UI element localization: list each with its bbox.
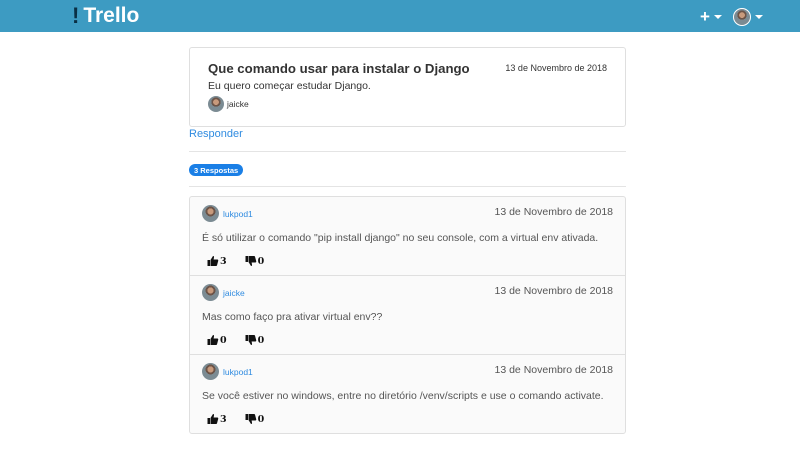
add-menu-button[interactable]: + [700,8,722,25]
brand-mark: ! [72,3,80,28]
top-navbar: ! Trello + [0,0,800,32]
reply-link[interactable]: Responder [189,128,243,140]
downvote-count: 0 [257,255,265,267]
answer-date: 13 de Novembro de 2018 [494,206,614,218]
brand-logo[interactable]: ! Trello [72,2,139,30]
downvote-button[interactable]: 0 [245,334,265,346]
vote-bar: 3 0 [207,255,282,267]
avatar [202,284,219,301]
upvote-button[interactable]: 3 [207,255,227,267]
answers-list: lukpod1 13 de Novembro de 2018 É só util… [189,196,626,434]
upvote-button[interactable]: 0 [207,334,227,346]
answer-text: Mas como faço pra ativar virtual env?? [202,311,383,323]
question-author-name: jaicke [227,99,249,109]
thumbs-up-icon [207,334,219,345]
answer-date: 13 de Novembro de 2018 [494,364,614,376]
brand-name: Trello [83,4,140,27]
upvote-button[interactable]: 3 [207,413,227,425]
chevron-down-icon [755,15,763,19]
answer-item: jaicke 13 de Novembro de 2018 Mas como f… [190,276,625,355]
avatar [202,363,219,380]
upvote-count: 0 [220,334,227,346]
thumbs-down-icon [245,256,256,267]
thumbs-down-icon [245,335,256,346]
downvote-button[interactable]: 0 [245,413,265,425]
answer-author[interactable]: lukpod1 [202,363,253,380]
thumbs-up-icon [207,413,219,424]
question-title: Que comando usar para instalar o Django [208,61,470,76]
downvote-button[interactable]: 0 [245,255,265,267]
vote-bar: 0 0 [207,334,282,346]
question-body: Eu quero começar estudar Django. [208,80,371,92]
plus-icon: + [700,7,710,26]
answer-author-name: jaicke [223,287,245,298]
answer-text: Se você estiver no windows, entre no dir… [202,390,604,402]
divider [189,186,626,187]
thumbs-up-icon [207,255,219,266]
avatar [202,205,219,222]
question-author[interactable]: jaicke [208,96,249,112]
answer-date: 13 de Novembro de 2018 [494,285,614,297]
avatar [208,96,224,112]
user-menu-button[interactable] [733,8,763,26]
answer-author-name: lukpod1 [223,366,253,377]
answers-count-badge: 3 Respostas [189,164,244,176]
answer-item: lukpod1 13 de Novembro de 2018 É só util… [190,197,625,276]
upvote-count: 3 [220,255,227,267]
downvote-count: 0 [257,334,265,346]
downvote-count: 0 [257,413,265,425]
divider [189,151,626,152]
thumbs-down-icon [245,414,256,425]
chevron-down-icon [713,14,722,19]
user-avatar-icon [733,8,751,26]
question-date: 13 de Novembro de 2018 [505,63,607,73]
answer-author-name: lukpod1 [223,208,253,219]
answer-author[interactable]: jaicke [202,284,245,301]
question-card: Que comando usar para instalar o Django … [189,47,626,127]
answer-text: É só utilizar o comando "pip install dja… [202,232,599,244]
vote-bar: 3 0 [207,413,282,425]
answer-item: lukpod1 13 de Novembro de 2018 Se você e… [190,355,625,434]
upvote-count: 3 [220,413,227,425]
answer-author[interactable]: lukpod1 [202,205,253,222]
